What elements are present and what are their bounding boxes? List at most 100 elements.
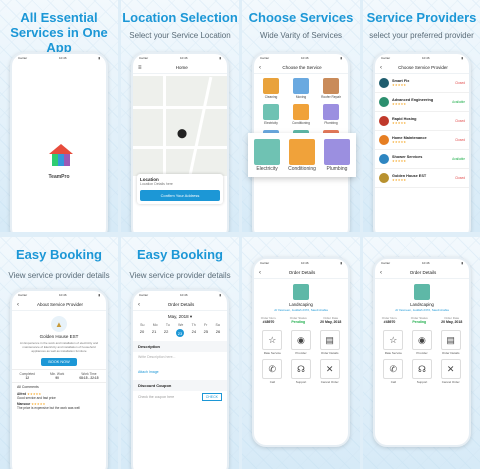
service-label: Plumbing	[324, 121, 338, 125]
service-icon	[323, 104, 339, 120]
order-action-button[interactable]: ◉ Provider	[289, 330, 314, 355]
provider-row[interactable]: Home Maintenance ★★★★★ Closed	[375, 131, 469, 150]
status-bar: Carrier 10:46 ▮	[18, 293, 100, 297]
provider-row[interactable]: Shower Services ★★★★★ Available	[375, 150, 469, 169]
date-cell[interactable]: 20	[140, 329, 144, 337]
provider-description: An Experience in the work and installati…	[19, 341, 99, 353]
date-cell[interactable]: 22	[164, 329, 168, 337]
provider-row[interactable]: Smart Fix ★★★★★ Closed	[375, 74, 469, 93]
provider-status: Available	[452, 157, 465, 161]
phone-providers: Carrier 10:46 ▮ ‹ Choose Service Provider …	[373, 52, 471, 232]
date-cell[interactable]: 24	[192, 329, 196, 337]
service-label: Plumbing	[326, 165, 348, 172]
action-label: Provider	[295, 351, 307, 355]
app-header: ‹ Order Details	[254, 267, 348, 279]
action-icon: ☆	[383, 330, 404, 350]
service-item-highlight[interactable]: Plumbing	[323, 138, 350, 172]
panel-providers: Service Providers select your preferred …	[363, 0, 480, 232]
order-action-button[interactable]: ▤ Order Details	[317, 330, 342, 355]
stat-completed: Completed 12	[19, 372, 35, 380]
panel-subtitle: View service provider details	[8, 271, 110, 280]
service-label: Electricity	[264, 121, 278, 125]
coupon-input[interactable]: Check the coupon here	[138, 395, 174, 399]
action-icon: ✆	[262, 359, 283, 379]
stat-work-time: Work Time 08:15 - 22:15	[79, 372, 99, 380]
service-item-highlight[interactable]: Electricity	[254, 138, 281, 172]
service-label: Roofer Repair	[321, 95, 341, 99]
order-action-button[interactable]: ☊ Support	[289, 359, 314, 384]
order-action-button[interactable]: ▤ Order Details	[438, 330, 463, 355]
service-item[interactable]: Moving	[288, 78, 314, 99]
confirm-address-button[interactable]: Confirm Your Address	[140, 190, 220, 201]
check-button[interactable]: CHECK	[201, 393, 222, 401]
provider-stats: Completed 12 Min. Work 90 Work Time 08:15 -…	[12, 369, 106, 383]
service-label: Electricity	[256, 165, 278, 172]
map-view[interactable]: ⬤	[133, 76, 227, 176]
order-action-button[interactable]: ✆ Call	[260, 359, 285, 384]
order-action-button[interactable]: ☆ Rate Service	[381, 330, 406, 355]
provider-rating: ★★★★★	[392, 102, 407, 106]
provider-row[interactable]: Advanced Engineering ★★★★★ Available	[375, 93, 469, 112]
header-title: Choose the Service	[282, 65, 322, 70]
panel-title: Easy Booking	[16, 247, 102, 262]
provider-rating: ★★★★★	[392, 159, 407, 163]
provider-row[interactable]: Rapid Hosing ★★★★★ Closed	[375, 112, 469, 131]
weekday-label: Fr	[203, 323, 208, 327]
panel-subtitle: Select your Service Location	[129, 31, 231, 40]
order-action-button[interactable]: ✆ Call	[381, 359, 406, 384]
book-now-button[interactable]: BOOK NOW	[41, 358, 77, 366]
service-item-highlight[interactable]: Conditioning	[288, 138, 316, 172]
service-item[interactable]: Plumbing	[318, 104, 344, 125]
action-label: Rate Service	[263, 351, 281, 355]
service-item[interactable]: Conditioning	[288, 104, 314, 125]
provider-status: Closed	[455, 81, 465, 85]
date-cell[interactable]: 26	[216, 329, 220, 337]
provider-logo	[379, 154, 389, 164]
provider-logo	[379, 78, 389, 88]
service-label: Conditioning	[288, 165, 316, 172]
service-item[interactable]: Electricity	[258, 104, 284, 125]
services-highlight-popout: Electricity Conditioning Plumbing	[248, 133, 356, 177]
month-selector[interactable]: May, 2018 ▾	[133, 314, 227, 320]
description-input[interactable]: Write Description here...	[133, 352, 227, 368]
header-title: Order Details	[288, 270, 316, 275]
order-action-button[interactable]: ◉ Provider	[410, 330, 435, 355]
provider-rating: ★★★★★	[392, 178, 407, 182]
coupon-row: Check the coupon here CHECK	[133, 391, 227, 403]
action-label: Support	[416, 380, 428, 384]
action-label: Call	[269, 380, 275, 384]
location-pin-icon[interactable]: ⬤	[177, 128, 187, 139]
header-title: Order Details	[409, 270, 437, 275]
provider-row[interactable]: Golden House EST ★★★★★ Closed	[375, 169, 469, 188]
panel-services: Choose Services Wide Varity of Services …	[242, 0, 360, 232]
screenshot-collage: All Essential Services in One App Carrie…	[0, 0, 480, 469]
attach-image-button[interactable]: Attach Image	[133, 368, 227, 376]
date-cell[interactable]: 25	[204, 329, 208, 337]
app-header: ‹ About Service Provider	[12, 299, 106, 311]
date-cell[interactable]: 23	[175, 329, 184, 337]
service-item[interactable]: Cleaning	[258, 78, 284, 99]
action-label: Provider	[416, 351, 428, 355]
app-header: ≡ Home	[133, 62, 227, 74]
panel-location: Location Selection Select your Service L…	[121, 0, 239, 232]
phone-location: Carrier 10:46 ▮ ≡ Home ⬤ Location Location…	[131, 52, 229, 232]
service-item[interactable]: Roofer Repair	[318, 78, 344, 99]
app-header: ‹ Order Details	[375, 267, 469, 279]
action-icon: ✕	[319, 359, 340, 379]
order-action-button[interactable]: ☊ Support	[410, 359, 435, 384]
phone-order-1: Carrier 10:46 ▮ ‹ Order Details Landscapin…	[252, 257, 350, 447]
order-action-button[interactable]: ✕ Cancel Order	[317, 359, 342, 384]
app-logo-icon	[49, 144, 73, 166]
service-name: Landscaping	[410, 302, 434, 307]
date-cell[interactable]: 21	[152, 329, 156, 337]
order-address: Al Yasmeen, Jeddah 2372, Saudi Arabia	[395, 308, 449, 312]
action-icon: ▤	[319, 330, 340, 350]
providers-list: Smart Fix ★★★★★ Closed Advanced Engineering…	[375, 74, 469, 188]
weekday-label: Th	[191, 323, 196, 327]
provider-rating: ★★★★★	[392, 83, 407, 87]
order-action-button[interactable]: ✕ Cancel Order	[438, 359, 463, 384]
order-actions: ☆ Rate Service ◉ Provider ▤ Order Details ✆ Cal…	[375, 324, 469, 390]
service-icon	[254, 138, 281, 165]
order-action-button[interactable]: ☆ Rate Service	[260, 330, 285, 355]
provider-status: Closed	[455, 176, 465, 180]
